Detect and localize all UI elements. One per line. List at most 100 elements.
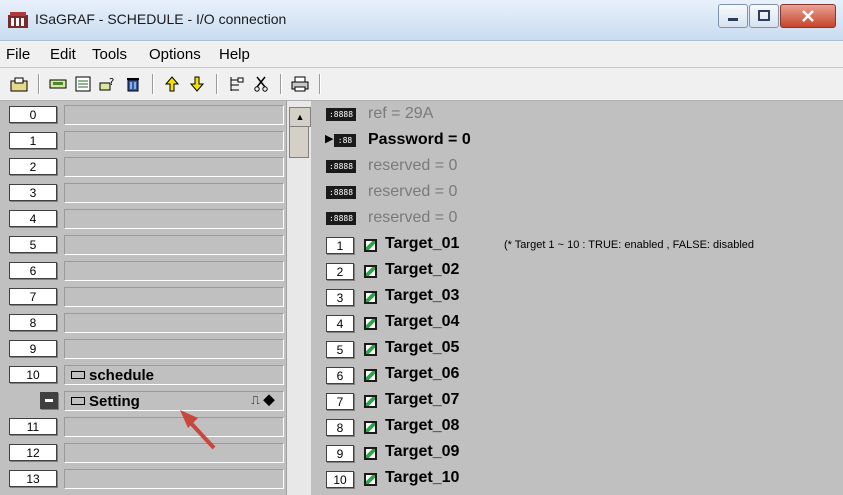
slot-board-bar[interactable] [64, 131, 284, 151]
cut-button[interactable] [250, 73, 272, 95]
slot-row[interactable]: 3 [0, 179, 286, 203]
target-variable-name: Target_06 [385, 365, 460, 382]
boolean-variable-icon [364, 265, 377, 278]
scroll-up-button[interactable]: ▲ [289, 107, 311, 127]
slot-row[interactable]: 13 [0, 465, 286, 489]
target-channel-row[interactable]: 10 Target_10 [320, 465, 843, 491]
parameter-row[interactable]: :8888 reserved = 0 [320, 205, 843, 231]
open-button[interactable] [8, 73, 30, 95]
slot-row[interactable]: 8 [0, 309, 286, 333]
move-down-button[interactable] [186, 73, 208, 95]
parameter-label: ref = 29A [368, 105, 434, 122]
slot-board-bar[interactable]: Setting ⎍ ◆ [64, 391, 284, 411]
isagraf-app-icon [8, 12, 28, 28]
target-channel-row[interactable]: 3 Target_03 [320, 283, 843, 309]
menu-file[interactable]: File [6, 46, 30, 63]
channel-number: 5 [326, 341, 354, 358]
slot-number: 5 [9, 236, 57, 253]
integer-variable-icon: :8888 [326, 186, 356, 199]
slot-row[interactable]: 11 [0, 413, 286, 437]
channel-number: 1 [326, 237, 354, 254]
slot-board-bar[interactable] [64, 417, 284, 437]
target-channel-row[interactable]: 7 Target_07 [320, 387, 843, 413]
parameter-row[interactable]: ▶:88 Password = 0 [320, 127, 843, 153]
slot-row[interactable]: 1 [0, 127, 286, 151]
parameter-row[interactable]: :8888 ref = 29A [320, 101, 843, 127]
parameters-button[interactable]: ? [97, 73, 119, 95]
boolean-variable-icon [364, 369, 377, 382]
target-channel-row[interactable]: 1 Target_01 (* Target 1 ~ 10 : TRUE: enabl… [320, 231, 843, 257]
connect-icon [49, 79, 67, 89]
target-variable-name: Target_09 [385, 443, 460, 460]
parameters-icon: ? [99, 77, 114, 91]
move-up-button[interactable] [161, 73, 183, 95]
maximize-button[interactable] [749, 4, 779, 28]
menu-help[interactable]: Help [219, 46, 250, 63]
slot-board-bar[interactable] [64, 261, 284, 281]
slot-number: 10 [9, 366, 57, 383]
integer-variable-icon: :8888 [326, 212, 356, 225]
slot-row[interactable]: 9 [0, 335, 286, 359]
boolean-variable-icon [364, 291, 377, 304]
slot-board-bar[interactable] [64, 287, 284, 307]
integer-variable-icon: :88 [334, 134, 356, 147]
svg-text:?: ? [109, 77, 114, 88]
parameter-row[interactable]: :8888 reserved = 0 [320, 179, 843, 205]
slot-row[interactable]: 2 [0, 153, 286, 177]
slot-board-bar[interactable] [64, 339, 284, 359]
print-button[interactable] [289, 73, 311, 95]
integer-variable-icon: :8888 [326, 108, 356, 121]
tree-button[interactable] [225, 73, 247, 95]
target-variable-name: Target_10 [385, 469, 460, 486]
target-channel-row[interactable]: 2 Target_02 [320, 257, 843, 283]
menu-edit[interactable]: Edit [50, 46, 76, 63]
slot-board-bar[interactable] [64, 157, 284, 177]
slot-board-bar[interactable] [64, 469, 284, 489]
boolean-variable-icon [364, 473, 377, 486]
slot-number: 6 [9, 262, 57, 279]
library-button[interactable] [72, 73, 94, 95]
slot-row[interactable]: 0 [0, 101, 286, 125]
move-down-icon [190, 76, 204, 92]
slot-row[interactable]: 5 [0, 231, 286, 255]
scroll-thumb[interactable] [289, 126, 309, 158]
menu-options[interactable]: Options [149, 46, 201, 63]
target-channel-row[interactable]: 9 Target_09 [320, 439, 843, 465]
slot-row[interactable]: 12 [0, 439, 286, 463]
menu-tools[interactable]: Tools [92, 46, 127, 63]
parameter-label: reserved = 0 [368, 157, 458, 174]
slot-number: 13 [9, 470, 57, 487]
slot-row[interactable]: 7 [0, 283, 286, 307]
slot-board-bar[interactable] [64, 105, 284, 125]
slot-row[interactable]: 6 [0, 257, 286, 281]
slot-board-bar[interactable] [64, 313, 284, 333]
slot-board-bar[interactable] [64, 235, 284, 255]
slot-row[interactable]: 4 [0, 205, 286, 229]
parameter-row[interactable]: :8888 reserved = 0 [320, 153, 843, 179]
delete-button[interactable] [122, 73, 144, 95]
target-channel-row[interactable]: 6 Target_06 [320, 361, 843, 387]
channel-number: 4 [326, 315, 354, 332]
collapse-toggle[interactable] [40, 392, 58, 409]
close-icon [802, 10, 814, 22]
slot-board-bar[interactable] [64, 209, 284, 229]
slot-board-bar[interactable] [64, 443, 284, 463]
minimize-button[interactable] [718, 4, 748, 28]
target-variable-name: Target_03 [385, 287, 460, 304]
channel-number: 6 [326, 367, 354, 384]
boolean-variable-icon [364, 317, 377, 330]
slot-row[interactable]: Setting ⎍ ◆ [0, 387, 286, 411]
tree-icon [230, 77, 244, 91]
toolbar-separator [38, 74, 40, 94]
slot-board-bar[interactable] [64, 183, 284, 203]
vertical-scrollbar[interactable]: ▲ [286, 101, 311, 495]
target-channel-row[interactable]: 8 Target_08 [320, 413, 843, 439]
close-button[interactable] [780, 4, 836, 28]
toolbar-separator [280, 74, 282, 94]
board-icon [71, 371, 85, 379]
target-channel-row[interactable]: 5 Target_05 [320, 335, 843, 361]
target-channel-row[interactable]: 4 Target_04 [320, 309, 843, 335]
connect-button[interactable] [47, 73, 69, 95]
slot-board-bar[interactable]: schedule [64, 365, 284, 385]
slot-row[interactable]: 10 schedule [0, 361, 286, 385]
